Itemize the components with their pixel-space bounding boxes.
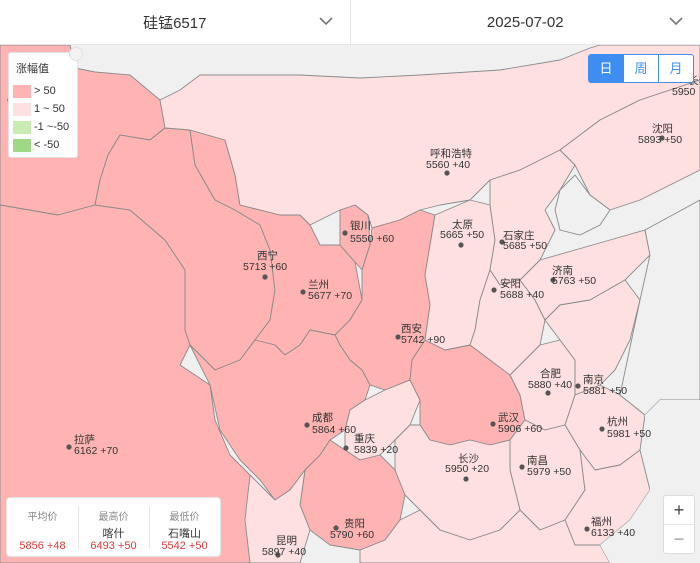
stat-value: 5856 +48 [19, 540, 66, 552]
price-summary: 平均价 5856 +48 最高价 喀什 6493 +50 最低价 石嘴山 554… [6, 497, 221, 557]
stat-value: 5542 +50 [161, 540, 208, 552]
legend-swatch [13, 84, 31, 98]
stat-value: 6493 +50 [90, 540, 137, 552]
city-marker[interactable] [444, 170, 450, 176]
city-price: 5685 +50 [503, 240, 547, 252]
city-marker[interactable] [463, 476, 469, 482]
chevron-down-icon [669, 17, 683, 26]
zoom-control: + − [663, 495, 695, 554]
city-marker[interactable] [519, 464, 525, 470]
stat-location: 石嘴山 [168, 528, 201, 540]
city-price: 6133 +40 [591, 527, 635, 539]
legend-swatch [13, 102, 31, 116]
city-marker[interactable] [575, 383, 581, 389]
tab-month[interactable]: 月 [658, 55, 693, 82]
city-price: 5560 +40 [426, 159, 470, 171]
legend: 涨幅值 > 50 1 ~ 50 -1 ~-50 < -50 [8, 47, 83, 158]
city-price: 5981 +50 [607, 428, 651, 440]
city-marker[interactable] [458, 242, 464, 248]
avg-price-stat: 平均价 5856 +48 [7, 498, 78, 556]
city-marker[interactable] [599, 426, 605, 432]
legend-item[interactable]: < -50 [13, 138, 59, 152]
city-price: 5979 +50 [527, 466, 571, 478]
map-area[interactable]: 沈阳 5893 +50 呼和浩特 5560 +40 银川 5550 +60 太原 5665 +… [0, 45, 700, 563]
city-price: 5677 +70 [308, 290, 352, 302]
city-label-layer: 沈阳5893 +50呼和浩特5560 +40银川5550 +60太原5665 +… [7, 75, 700, 558]
city-marker[interactable] [490, 421, 496, 427]
stat-location [7, 525, 78, 538]
city-marker[interactable] [343, 445, 349, 451]
legend-item[interactable]: -1 ~-50 [13, 120, 69, 134]
stat-title: 最高价 [98, 512, 129, 523]
stat-title: 最低价 [169, 512, 200, 523]
tab-day[interactable]: 日 [589, 55, 623, 82]
city-price: 5864 +60 [312, 424, 356, 436]
city-price: 5893 +50 [638, 134, 682, 146]
city-marker[interactable] [584, 526, 590, 532]
city-name: 银川 [350, 219, 371, 232]
city-price: 5550 +60 [350, 233, 394, 245]
city-marker[interactable] [262, 274, 268, 280]
tab-week[interactable]: 周 [623, 55, 658, 82]
date-selector[interactable]: 2025-07-02 [349, 0, 700, 44]
stat-location: 喀什 [102, 528, 125, 540]
city-marker[interactable] [342, 230, 348, 236]
max-price-stat: 最高价 喀什 6493 +50 [78, 498, 149, 556]
city-marker[interactable] [66, 444, 72, 450]
product-selector[interactable]: 硅锰6517 [0, 0, 350, 44]
legend-toggle[interactable] [69, 47, 83, 61]
city-price: 5688 +40 [500, 289, 544, 301]
date-selector-label: 2025-07-02 [486, 13, 564, 31]
city-name: 杭州 [607, 415, 628, 428]
min-price-stat: 最低价 石嘴山 5542 +50 [149, 498, 220, 556]
city-price: 5713 +60 [243, 261, 287, 273]
zoom-in-button[interactable]: + [664, 496, 694, 524]
city-price: 5906 +60 [498, 423, 542, 435]
city-name: 成都 [312, 412, 333, 424]
city-price: 5742 +90 [401, 334, 445, 346]
legend-swatch [13, 120, 31, 134]
city-price: 5790 +60 [330, 529, 374, 541]
product-selector-label: 硅锰6517 [143, 14, 207, 32]
city-price: 5665 +50 [440, 229, 484, 241]
chevron-down-icon [318, 17, 333, 26]
legend-item[interactable]: 1 ~ 50 [13, 102, 65, 116]
legend-item[interactable]: > 50 [13, 84, 56, 98]
city-price: 5880 +40 [528, 379, 572, 391]
city-price: 5950 +20 [445, 463, 489, 475]
city-marker[interactable] [300, 289, 306, 295]
city-price: 5950 [672, 86, 696, 98]
city-marker[interactable] [395, 334, 401, 340]
city-marker[interactable] [304, 422, 310, 428]
zoom-out-button[interactable]: − [664, 524, 694, 553]
period-tabs: 日 周 月 [588, 54, 694, 83]
city-marker[interactable] [491, 287, 497, 293]
city-marker[interactable] [545, 390, 551, 396]
top-bar: 硅锰6517 2025-07-02 [0, 0, 700, 45]
city-price: 5881 +50 [583, 385, 627, 397]
legend-label: 1 ~ 50 [34, 103, 65, 115]
legend-label: -1 ~-50 [34, 121, 70, 133]
stat-title: 平均价 [27, 512, 58, 523]
legend-label: > 50 [34, 85, 56, 97]
legend-title: 涨幅值 [16, 63, 49, 75]
legend-label: < -50 [34, 139, 60, 151]
city-price: 5897 +40 [262, 546, 306, 558]
city-price: 6162 +70 [74, 445, 118, 457]
legend-swatch [13, 138, 31, 152]
city-price: 5839 +20 [354, 444, 398, 456]
city-price: 5763 +50 [552, 275, 596, 287]
